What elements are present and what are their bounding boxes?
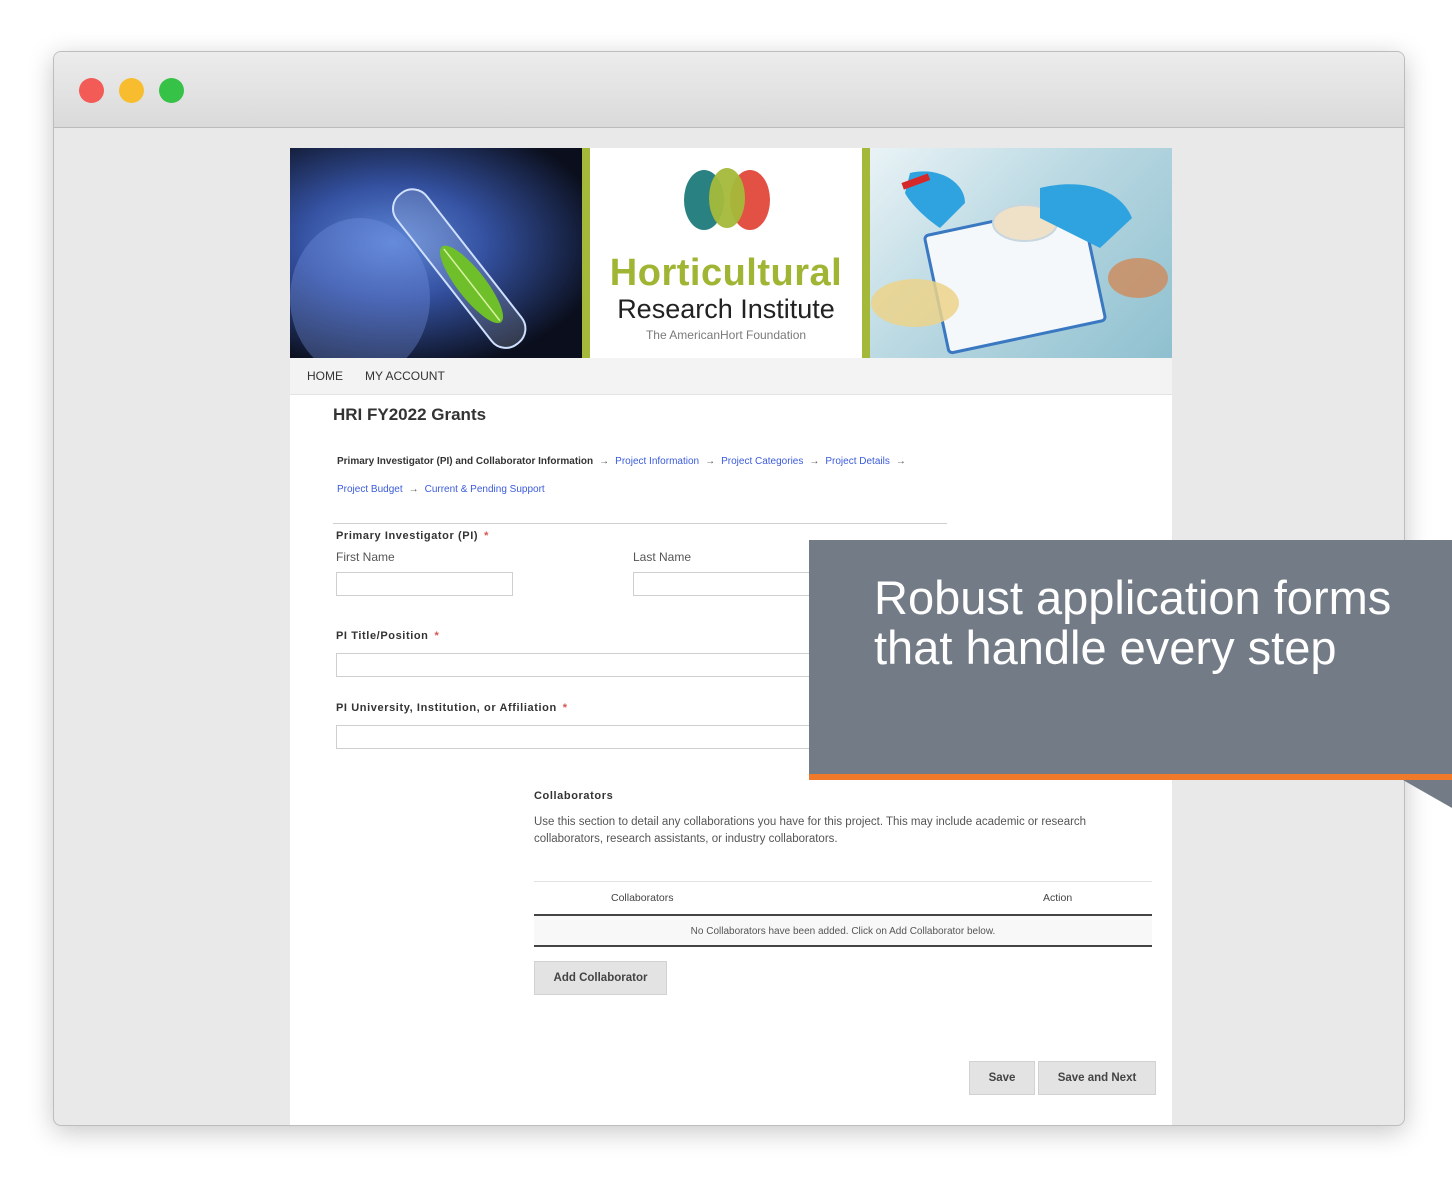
pi-affiliation-label-text: PI University, Institution, or Affiliati…: [336, 702, 557, 714]
callout-text: Robust application forms that handle eve…: [874, 571, 1392, 674]
nav-home-link[interactable]: HOME: [307, 369, 343, 383]
step-link-project-information[interactable]: Project Information: [615, 456, 699, 467]
step-link-project-budget[interactable]: Project Budget: [337, 484, 403, 495]
step-arrow: →: [408, 484, 419, 495]
nav-my-account-link[interactable]: MY ACCOUNT: [365, 369, 445, 383]
step-link-current-pending-support[interactable]: Current & Pending Support: [425, 484, 545, 495]
last-name-input[interactable]: [633, 572, 810, 596]
logo-tagline: The AmericanHort Foundation: [645, 328, 807, 342]
section-divider: [333, 523, 947, 524]
required-marker: *: [562, 702, 568, 714]
collaborators-heading: Collaborators: [534, 790, 614, 802]
hri-logo[interactable]: Horticultural Research Institute The Ame…: [582, 148, 870, 358]
first-name-input[interactable]: [336, 572, 513, 596]
save-button[interactable]: Save: [969, 1061, 1035, 1095]
required-marker: *: [484, 530, 490, 542]
window-titlebar: [54, 52, 1404, 128]
minimize-window-button[interactable]: [119, 78, 144, 103]
lab-gloves-photo: [870, 148, 1172, 358]
column-header-action: Action: [1043, 892, 1073, 904]
step-arrow: →: [895, 456, 906, 467]
step-arrow: →: [809, 456, 820, 467]
save-and-next-button[interactable]: Save and Next: [1038, 1061, 1156, 1095]
required-marker: *: [434, 630, 440, 642]
pi-title-input[interactable]: [336, 653, 826, 677]
pi-affiliation-input[interactable]: [336, 725, 826, 749]
page-title: HRI FY2022 Grants: [333, 405, 487, 424]
pi-affiliation-section-label: PI University, Institution, or Affiliati…: [336, 702, 568, 714]
step-link-project-details[interactable]: Project Details: [825, 456, 889, 467]
step-current: Primary Investigator (PI) and Collaborat…: [337, 456, 594, 467]
column-header-collaborators: Collaborators: [611, 892, 674, 904]
pi-section-label: Primary Investigator (PI) *: [336, 530, 489, 542]
close-window-button[interactable]: [79, 78, 104, 103]
add-collaborator-button[interactable]: Add Collaborator: [534, 961, 667, 995]
collaborators-description: Use this section to detail any collabora…: [534, 816, 1087, 845]
callout-tail: [1403, 780, 1452, 808]
pi-label-text: Primary Investigator (PI): [336, 530, 479, 542]
empty-table-message: No Collaborators have been added. Click …: [690, 926, 996, 937]
step-arrow: →: [705, 456, 716, 467]
pi-title-section-label: PI Title/Position *: [336, 630, 439, 642]
logo-title: Horticultural: [609, 252, 843, 294]
pi-title-label-text: PI Title/Position: [336, 630, 429, 642]
first-name-label: First Name: [336, 550, 395, 564]
step-link-project-categories[interactable]: Project Categories: [721, 456, 803, 467]
site-banner: Horticultural Research Institute The Ame…: [290, 148, 1172, 378]
table-row-empty: No Collaborators have been added. Click …: [534, 916, 1152, 947]
zoom-window-button[interactable]: [159, 78, 184, 103]
last-name-label: Last Name: [633, 550, 692, 564]
logo-subtitle: Research Institute: [617, 294, 835, 324]
feature-callout: Robust application forms that handle eve…: [809, 540, 1452, 780]
step-arrow: →: [599, 456, 610, 467]
test-tube-leaf-photo: [290, 148, 582, 378]
top-nav: HOME MY ACCOUNT: [290, 358, 1172, 395]
table-top-border: [534, 881, 1152, 882]
application-steps-breadcrumb: Primary Investigator (PI) and Collaborat…: [337, 448, 977, 504]
